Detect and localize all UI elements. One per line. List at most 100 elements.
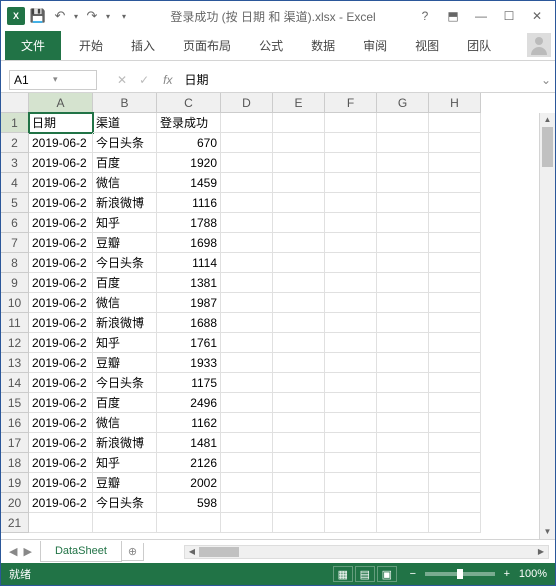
cell[interactable]: 1459 bbox=[157, 173, 221, 193]
col-header[interactable]: H bbox=[429, 93, 481, 113]
vscroll-thumb[interactable] bbox=[542, 127, 553, 167]
cell[interactable] bbox=[221, 333, 273, 353]
cell[interactable] bbox=[429, 213, 481, 233]
row-header[interactable]: 13 bbox=[1, 353, 29, 373]
cell[interactable]: 1688 bbox=[157, 313, 221, 333]
excel-logo-icon[interactable]: X bbox=[5, 5, 27, 27]
row-header[interactable]: 17 bbox=[1, 433, 29, 453]
cell[interactable]: 豆瓣 bbox=[93, 353, 157, 373]
cell[interactable] bbox=[325, 353, 377, 373]
vertical-scrollbar[interactable]: ▲ ▼ bbox=[539, 113, 555, 539]
cell[interactable] bbox=[221, 253, 273, 273]
row-header[interactable]: 8 bbox=[1, 253, 29, 273]
cell[interactable]: 2019-06-2 bbox=[29, 413, 93, 433]
cell[interactable] bbox=[325, 293, 377, 313]
cell[interactable] bbox=[273, 233, 325, 253]
cell[interactable]: 2019-06-2 bbox=[29, 453, 93, 473]
cell[interactable]: 2126 bbox=[157, 453, 221, 473]
cell[interactable] bbox=[429, 473, 481, 493]
cell[interactable]: 670 bbox=[157, 133, 221, 153]
cell[interactable] bbox=[429, 513, 481, 533]
cell[interactable]: 渠道 bbox=[93, 113, 157, 133]
tab-team[interactable]: 团队 bbox=[453, 31, 505, 60]
cell[interactable] bbox=[429, 153, 481, 173]
cell[interactable] bbox=[221, 273, 273, 293]
tab-formulas[interactable]: 公式 bbox=[245, 31, 297, 60]
sheet-tab[interactable]: DataSheet bbox=[40, 541, 122, 562]
cell[interactable]: 2019-06-2 bbox=[29, 233, 93, 253]
cell[interactable] bbox=[221, 113, 273, 133]
cell[interactable]: 2019-06-2 bbox=[29, 273, 93, 293]
cell[interactable] bbox=[429, 173, 481, 193]
cell[interactable] bbox=[377, 113, 429, 133]
cell[interactable] bbox=[377, 453, 429, 473]
cell[interactable]: 2002 bbox=[157, 473, 221, 493]
cell[interactable]: 2019-06-2 bbox=[29, 173, 93, 193]
row-header[interactable]: 6 bbox=[1, 213, 29, 233]
zoom-slider-knob[interactable] bbox=[457, 569, 463, 579]
cell[interactable] bbox=[325, 393, 377, 413]
cell[interactable]: 2019-06-2 bbox=[29, 253, 93, 273]
cell[interactable] bbox=[377, 413, 429, 433]
cell[interactable]: 2019-06-2 bbox=[29, 213, 93, 233]
cell[interactable] bbox=[273, 113, 325, 133]
cell[interactable] bbox=[273, 413, 325, 433]
scroll-down-icon[interactable]: ▼ bbox=[540, 525, 555, 539]
row-header[interactable]: 4 bbox=[1, 173, 29, 193]
cell[interactable]: 1933 bbox=[157, 353, 221, 373]
tab-insert[interactable]: 插入 bbox=[117, 31, 169, 60]
cell[interactable] bbox=[377, 153, 429, 173]
cell[interactable] bbox=[273, 293, 325, 313]
cell[interactable] bbox=[429, 233, 481, 253]
cell[interactable] bbox=[273, 273, 325, 293]
cell[interactable] bbox=[221, 233, 273, 253]
cell[interactable] bbox=[273, 493, 325, 513]
cell[interactable] bbox=[429, 253, 481, 273]
cell[interactable] bbox=[221, 373, 273, 393]
sheet-nav-next-icon[interactable]: ▶ bbox=[23, 545, 31, 558]
row-header[interactable]: 16 bbox=[1, 413, 29, 433]
cell[interactable] bbox=[157, 513, 221, 533]
view-pagebreak-icon[interactable]: ▣ bbox=[377, 566, 397, 582]
view-normal-icon[interactable]: ▦ bbox=[333, 566, 353, 582]
row-header[interactable]: 7 bbox=[1, 233, 29, 253]
col-header[interactable]: E bbox=[273, 93, 325, 113]
cell[interactable] bbox=[221, 473, 273, 493]
cell[interactable] bbox=[377, 273, 429, 293]
cell[interactable]: 1761 bbox=[157, 333, 221, 353]
cell[interactable]: 今日头条 bbox=[93, 253, 157, 273]
cell[interactable]: 2496 bbox=[157, 393, 221, 413]
cell[interactable] bbox=[429, 393, 481, 413]
cell[interactable]: 登录成功 bbox=[157, 113, 221, 133]
cell[interactable]: 豆瓣 bbox=[93, 473, 157, 493]
cell[interactable] bbox=[429, 273, 481, 293]
cell[interactable] bbox=[325, 273, 377, 293]
cell[interactable] bbox=[377, 493, 429, 513]
name-box-dropdown-icon[interactable]: ▾ bbox=[53, 74, 92, 85]
cell[interactable] bbox=[325, 153, 377, 173]
cell[interactable]: 微信 bbox=[93, 173, 157, 193]
tab-review[interactable]: 审阅 bbox=[349, 31, 401, 60]
cell[interactable]: 百度 bbox=[93, 153, 157, 173]
cell[interactable] bbox=[325, 213, 377, 233]
cell[interactable]: 新浪微博 bbox=[93, 433, 157, 453]
cell[interactable] bbox=[221, 213, 273, 233]
zoom-out-icon[interactable]: − bbox=[407, 568, 419, 580]
cell[interactable] bbox=[325, 373, 377, 393]
cell[interactable]: 2019-06-2 bbox=[29, 493, 93, 513]
cell[interactable] bbox=[221, 133, 273, 153]
cell[interactable] bbox=[221, 193, 273, 213]
cell[interactable] bbox=[273, 453, 325, 473]
cell[interactable]: 今日头条 bbox=[93, 133, 157, 153]
sheet-add-icon[interactable]: ⊕ bbox=[122, 543, 144, 561]
cell[interactable]: 微信 bbox=[93, 293, 157, 313]
row-header[interactable]: 11 bbox=[1, 313, 29, 333]
cell[interactable] bbox=[273, 253, 325, 273]
cell[interactable]: 1175 bbox=[157, 373, 221, 393]
cell[interactable]: 日期 bbox=[29, 113, 93, 133]
cell[interactable] bbox=[221, 393, 273, 413]
col-header[interactable]: G bbox=[377, 93, 429, 113]
tab-pagelayout[interactable]: 页面布局 bbox=[169, 31, 245, 60]
cell[interactable] bbox=[429, 293, 481, 313]
cell[interactable] bbox=[429, 433, 481, 453]
